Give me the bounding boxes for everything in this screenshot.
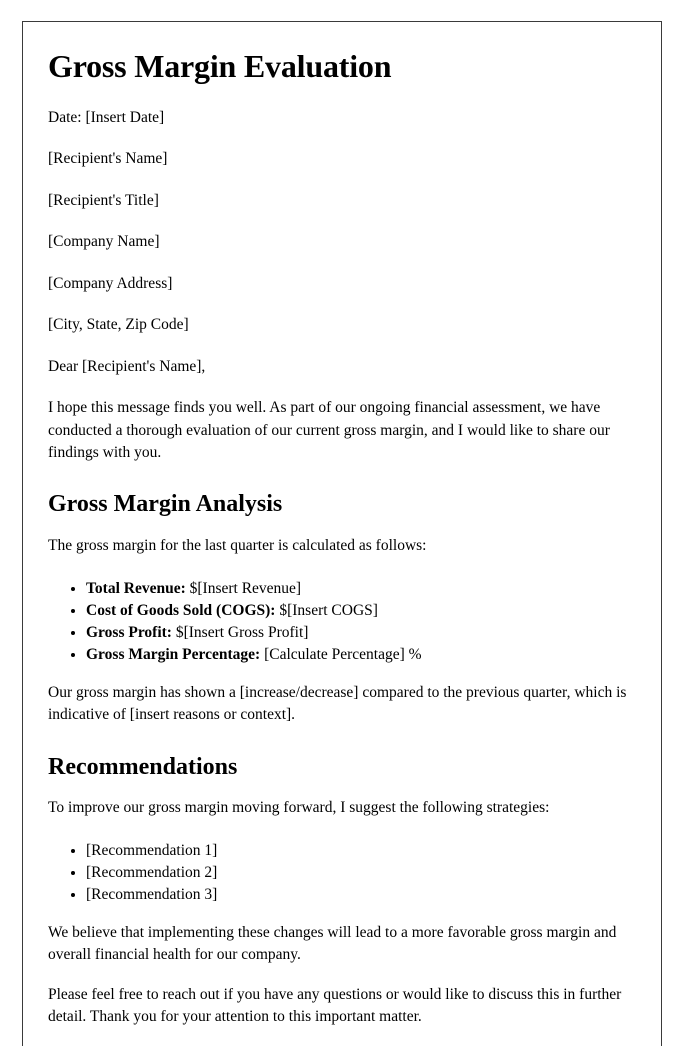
page-title: Gross Margin Evaluation	[48, 48, 392, 84]
document-body: Gross Margin Evaluation Date: [Insert Da…	[23, 22, 661, 1029]
list-item-value: $[Insert Gross Profit]	[175, 623, 309, 641]
recipient-title-line: [Recipient's Title]	[48, 191, 159, 209]
company-address-line: [Company Address]	[48, 274, 173, 292]
list-item-value: [Recommendation 3]	[86, 885, 218, 903]
section-heading: Gross Margin Analysis	[48, 491, 283, 518]
list-item: Total Revenue: $[Insert Revenue]	[86, 578, 636, 600]
list-item-label: Gross Margin Percentage:	[86, 645, 261, 663]
list-item: Cost of Goods Sold (COGS): $[Insert COGS…	[86, 600, 636, 622]
list-item: [Recommendation 1]	[86, 840, 636, 862]
document-page: Gross Margin Evaluation Date: [Insert Da…	[22, 21, 662, 1046]
date-line: Date: [Insert Date]	[48, 108, 165, 126]
section-closing-paragraph: Our gross margin has shown a [increase/d…	[48, 683, 627, 724]
recommendations-list: [Recommendation 1] [Recommendation 2] [R…	[48, 840, 636, 906]
recipient-name-line: [Recipient's Name]	[48, 150, 168, 168]
list-item-label: Cost of Goods Sold (COGS):	[86, 601, 276, 619]
section-gross-margin-analysis: Gross Margin Analysis The gross margin f…	[48, 490, 636, 726]
list-item: Gross Margin Percentage: [Calculate Perc…	[86, 644, 636, 666]
list-item-value: [Calculate Percentage] %	[264, 645, 422, 663]
list-item-value: $[Insert Revenue]	[189, 579, 302, 597]
section-closing-paragraph: We believe that implementing these chang…	[48, 923, 617, 964]
company-name-line: [Company Name]	[48, 233, 160, 251]
section-recommendations: Recommendations To improve our gross mar…	[48, 753, 636, 967]
list-item: [Recommendation 3]	[86, 884, 636, 906]
final-paragraph: Please feel free to reach out if you hav…	[48, 985, 622, 1026]
section-intro: The gross margin for the last quarter is…	[48, 537, 427, 555]
list-item-value: [Recommendation 2]	[86, 863, 218, 881]
opening-paragraph: I hope this message finds you well. As p…	[48, 399, 610, 462]
recipient-block: [Recipient's Name] [Recipient's Title] […	[48, 148, 636, 336]
salutation-line: Dear [Recipient's Name],	[48, 357, 206, 375]
metrics-list: Total Revenue: $[Insert Revenue] Cost of…	[48, 578, 636, 666]
city-state-zip-line: [City, State, Zip Code]	[48, 316, 189, 334]
list-item-value: [Recommendation 1]	[86, 841, 218, 859]
list-item-label: Total Revenue:	[86, 579, 186, 597]
section-heading: Recommendations	[48, 753, 238, 780]
section-intro: To improve our gross margin moving forwa…	[48, 799, 550, 817]
list-item: Gross Profit: $[Insert Gross Profit]	[86, 622, 636, 644]
list-item: [Recommendation 2]	[86, 862, 636, 884]
list-item-label: Gross Profit:	[86, 623, 172, 641]
list-item-value: $[Insert COGS]	[279, 601, 378, 619]
